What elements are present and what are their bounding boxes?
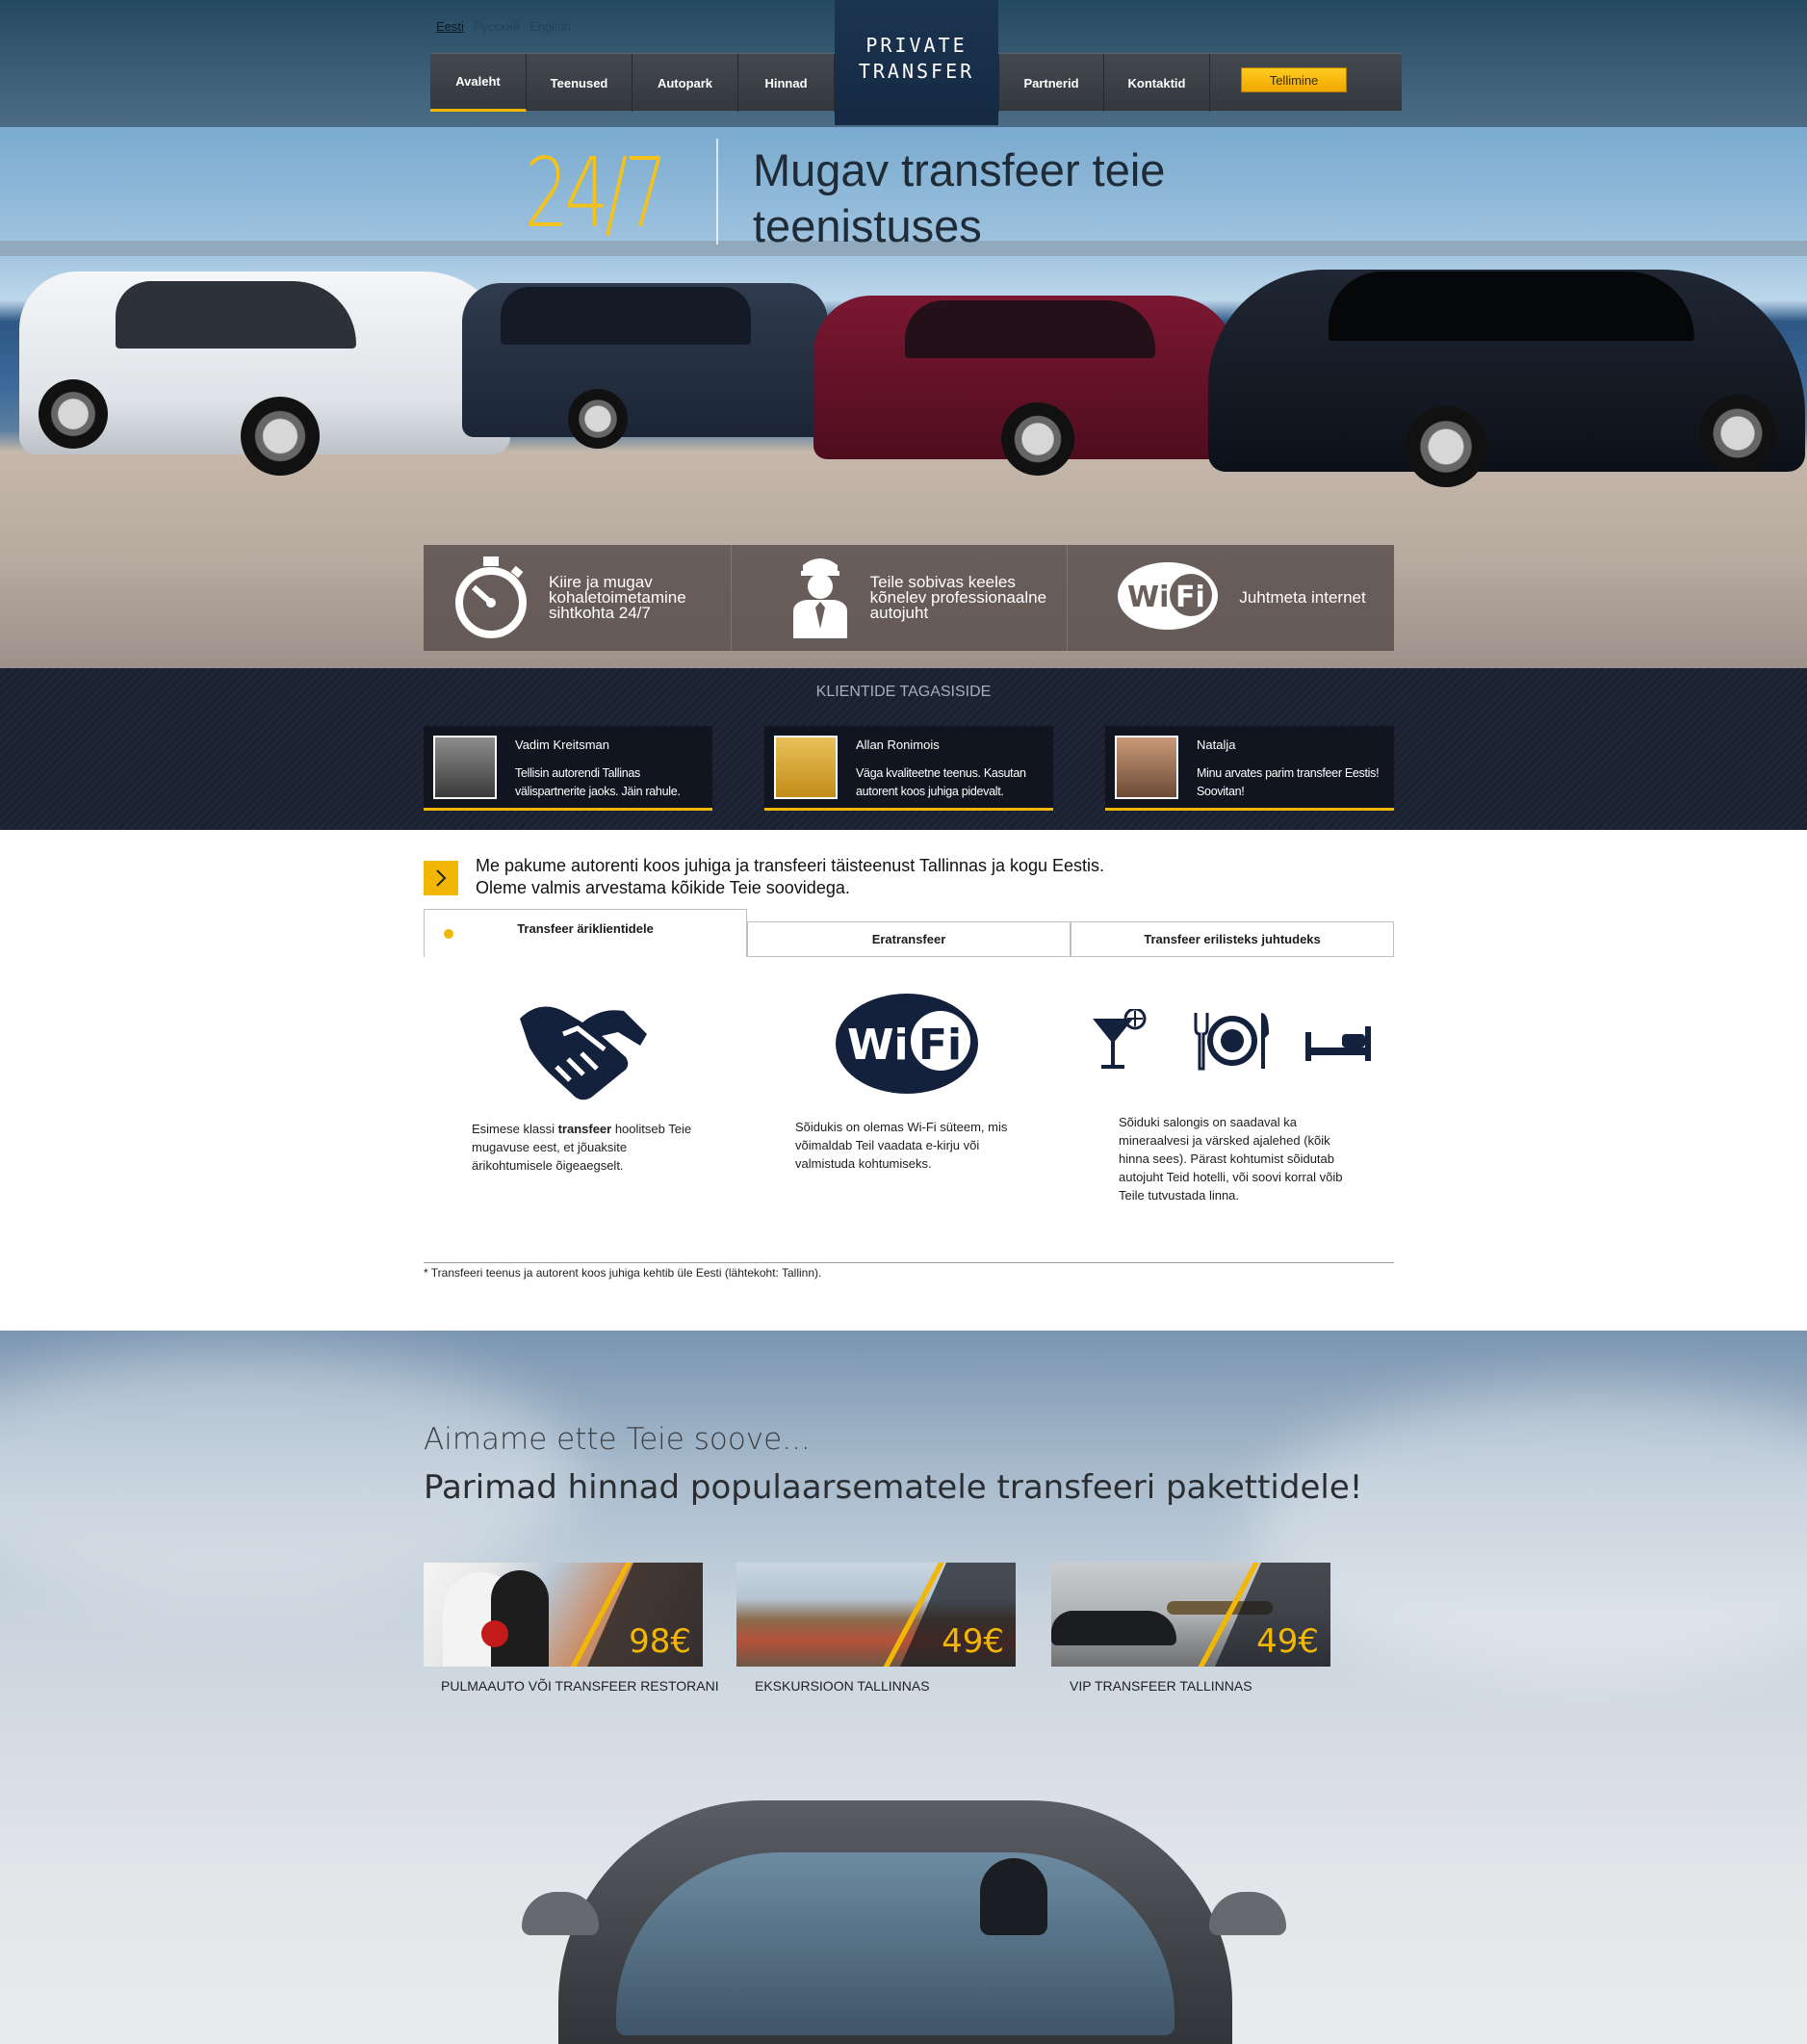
logo-notch	[835, 110, 998, 125]
hero-title: Mugav transfeer teie teenistuses	[753, 142, 1165, 254]
hero-divider	[716, 139, 718, 245]
cocktail-icon	[1091, 1007, 1150, 1077]
testimonial-name: Vadim Kreitsman	[515, 737, 610, 752]
tab-private-label: Eratransfeer	[871, 932, 946, 946]
testimonials-title: KLIENTIDE TAGASISIDE	[815, 684, 992, 700]
package-photo	[491, 1570, 549, 1667]
package-label[interactable]: EKSKURSIOON TALLINNAS	[755, 1678, 930, 1694]
package-photo	[1051, 1611, 1176, 1645]
feature-driver: Teile sobivas keeles kõnelev professiona…	[732, 545, 1069, 651]
packages-title: Parimad hinnad populaarsematele transfee…	[424, 1468, 1363, 1507]
hero-title-line1: Mugav transfeer teie	[753, 144, 1166, 195]
business-text: Esimese klassi transfeer hoolitseb Teie …	[472, 1120, 708, 1175]
lang-en[interactable]: English	[529, 19, 571, 34]
package-card-wedding[interactable]: 98€	[424, 1563, 703, 1667]
package-card-excursion[interactable]: 49€	[736, 1563, 1016, 1667]
testimonial-name: Natalja	[1197, 737, 1236, 752]
feature-strip: Kiire ja mugav kohaletoimetamine sihtkoh…	[424, 545, 1394, 651]
intro-arrow-icon	[424, 861, 458, 895]
intro-text: Me pakume autorenti koos juhiga ja trans…	[476, 855, 1104, 899]
feature-driver-text: Teile sobivas keeles kõnelev professiona…	[869, 573, 1047, 622]
bouquet	[481, 1620, 508, 1647]
active-tab-dot	[444, 929, 453, 939]
testimonials-section: KLIENTIDE TAGASISIDE Vadim Kreitsman Tel…	[0, 668, 1807, 830]
lang-ru[interactable]: Pусский	[474, 19, 520, 34]
logo[interactable]: PRIVATE TRANSFER	[835, 0, 998, 125]
intro-line2: Oleme valmis arvestama kõikide Teie soov…	[476, 878, 850, 897]
testimonial-text: Tellisin autorendi Tallinas välispartner…	[515, 766, 681, 798]
nav-contacts[interactable]: Kontaktid	[1104, 54, 1210, 112]
hero-badge-247: 24/7	[525, 137, 668, 249]
chauffeur-icon	[789, 552, 851, 645]
stopwatch-icon	[452, 553, 529, 644]
package-price: 49€	[942, 1622, 1004, 1661]
feature-speed-text: Kiire ja mugav kohaletoimetamine sihtkoh…	[549, 573, 686, 622]
avatar	[433, 736, 497, 799]
cloud	[1252, 1388, 1807, 1677]
packages-subtitle: Aimame ette Teie soove...	[424, 1422, 811, 1457]
tab-special-label: Transfeer erilisteks juhtudeks	[1144, 932, 1321, 946]
service-tabs: Transfeer äriklientidele Eratransfeer Tr…	[424, 909, 1394, 957]
lang-et[interactable]: Eesti	[436, 19, 464, 34]
header: Eesti Pусский English Avaleht Teenused A…	[0, 0, 1807, 127]
testimonial-name: Allan Ronimois	[856, 737, 940, 752]
special-text: Sõiduki salongis on saadaval ka mineraal…	[1119, 1115, 1343, 1203]
footnote-divider	[424, 1262, 1394, 1263]
feature-wifi: Wi Fi Juhtmeta internet	[1068, 545, 1394, 651]
svg-text:Wi: Wi	[1127, 581, 1169, 614]
footnote: * Transfeeri teenus ja autorent koos juh…	[424, 1266, 822, 1280]
package-price: 98€	[629, 1622, 691, 1661]
package-label[interactable]: VIP TRANSFEER TALLINNAS	[1070, 1678, 1252, 1694]
nav-partners[interactable]: Partnerid	[998, 54, 1104, 112]
feature-speed: Kiire ja mugav kohaletoimetamine sihtkoh…	[424, 545, 732, 651]
language-switcher: Eesti Pусский English	[436, 19, 571, 34]
tab-private[interactable]: Eratransfeer	[747, 921, 1071, 957]
wifi-icon: Wi Fi	[834, 992, 980, 1100]
logo-line2: TRANSFER	[858, 60, 975, 83]
tab-business[interactable]: Transfeer äriklientidele	[424, 909, 747, 957]
handshake-icon	[510, 990, 655, 1110]
wifi-text: Sõidukis on olemas Wi-Fi süteem, mis või…	[795, 1120, 1008, 1171]
feature-wifi-text: Juhtmeta internet	[1239, 588, 1366, 607]
nav-prices[interactable]: Hinnad	[738, 54, 835, 112]
nav-home[interactable]: Avaleht	[430, 54, 527, 112]
car-mirror-right	[1209, 1892, 1286, 1935]
intro-line1: Me pakume autorenti koos juhiga ja trans…	[476, 856, 1105, 875]
nav-fleet[interactable]: Autopark	[632, 54, 738, 112]
testimonial-text: Väga kvaliteetne teenus. Kasutan autoren…	[856, 766, 1026, 798]
avatar	[774, 736, 838, 799]
testimonial-card: Vadim Kreitsman Tellisin autorendi Talli…	[424, 726, 712, 811]
car-windshield	[616, 1852, 1175, 2035]
business-text-bold: transfeer	[557, 1122, 612, 1136]
logo-line1: PRIVATE	[865, 34, 968, 57]
dining-icon	[1192, 1011, 1271, 1075]
order-button[interactable]: Tellimine	[1241, 67, 1347, 92]
svg-text:Wi: Wi	[847, 1021, 909, 1070]
testimonial-card: Allan Ronimois Väga kvaliteetne teenus. …	[764, 726, 1053, 811]
testimonial-card: Natalja Minu arvates parim transfeer Ees…	[1105, 726, 1394, 811]
business-text-part1: Esimese klassi	[472, 1122, 558, 1136]
hero-title-line2: teenistuses	[753, 200, 982, 251]
packages-section: Aimame ette Teie soove... Parimad hinnad…	[0, 1331, 1807, 2044]
nav-services[interactable]: Teenused	[527, 54, 632, 112]
package-label[interactable]: PULMAAUTO VÕI TRANSFEER RESTORANI	[441, 1678, 719, 1694]
svg-text:Fi: Fi	[1175, 581, 1205, 614]
testimonial-text: Minu arvates parim transfeer Eestis! Soo…	[1197, 766, 1380, 798]
package-card-vip[interactable]: 49€	[1051, 1563, 1330, 1667]
package-price: 49€	[1256, 1622, 1319, 1661]
bed-icon	[1304, 1024, 1373, 1068]
tab-special[interactable]: Transfeer erilisteks juhtudeks	[1071, 921, 1394, 957]
svg-text:Fi: Fi	[918, 1021, 962, 1070]
tab-business-label: Transfeer äriklientidele	[517, 921, 654, 936]
avatar	[1115, 736, 1178, 799]
driver-silhouette	[980, 1858, 1047, 1935]
wifi-icon: Wi Fi	[1116, 560, 1220, 636]
